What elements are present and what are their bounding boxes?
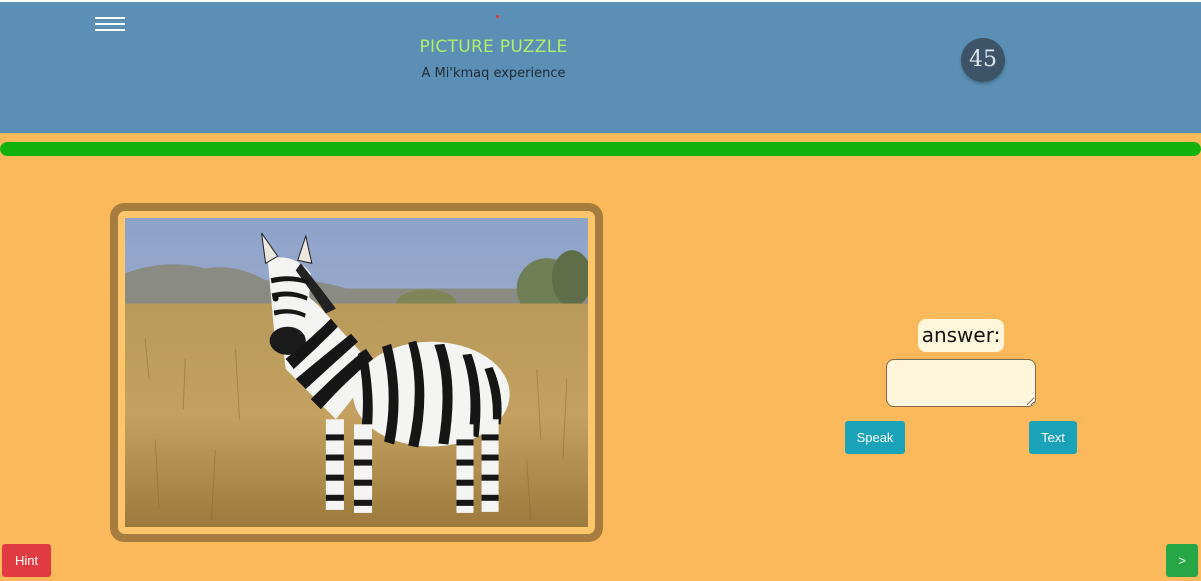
- next-button[interactable]: >: [1166, 544, 1198, 577]
- page-subtitle: A Mi'kmaq experience: [421, 66, 566, 81]
- header-bar: PICTURE PUZZLE A Mi'kmaq experience 45: [0, 0, 1201, 133]
- hint-button[interactable]: Hint: [2, 544, 51, 577]
- text-button[interactable]: Text: [1029, 421, 1077, 454]
- speak-button[interactable]: Speak: [845, 421, 905, 454]
- progress-fill: [0, 142, 1201, 156]
- picture-frame: [110, 203, 603, 542]
- countdown-timer: 45: [961, 38, 1005, 82]
- progress-bar: [0, 142, 1201, 156]
- picture-frame-inner: [118, 211, 595, 534]
- status-dot: [496, 15, 499, 18]
- hamburger-menu-icon[interactable]: [95, 17, 125, 35]
- answer-input[interactable]: [886, 359, 1036, 407]
- page-title: PICTURE PUZZLE: [419, 37, 568, 57]
- zebra-photo: [125, 218, 588, 527]
- answer-label: answer:: [918, 319, 1004, 352]
